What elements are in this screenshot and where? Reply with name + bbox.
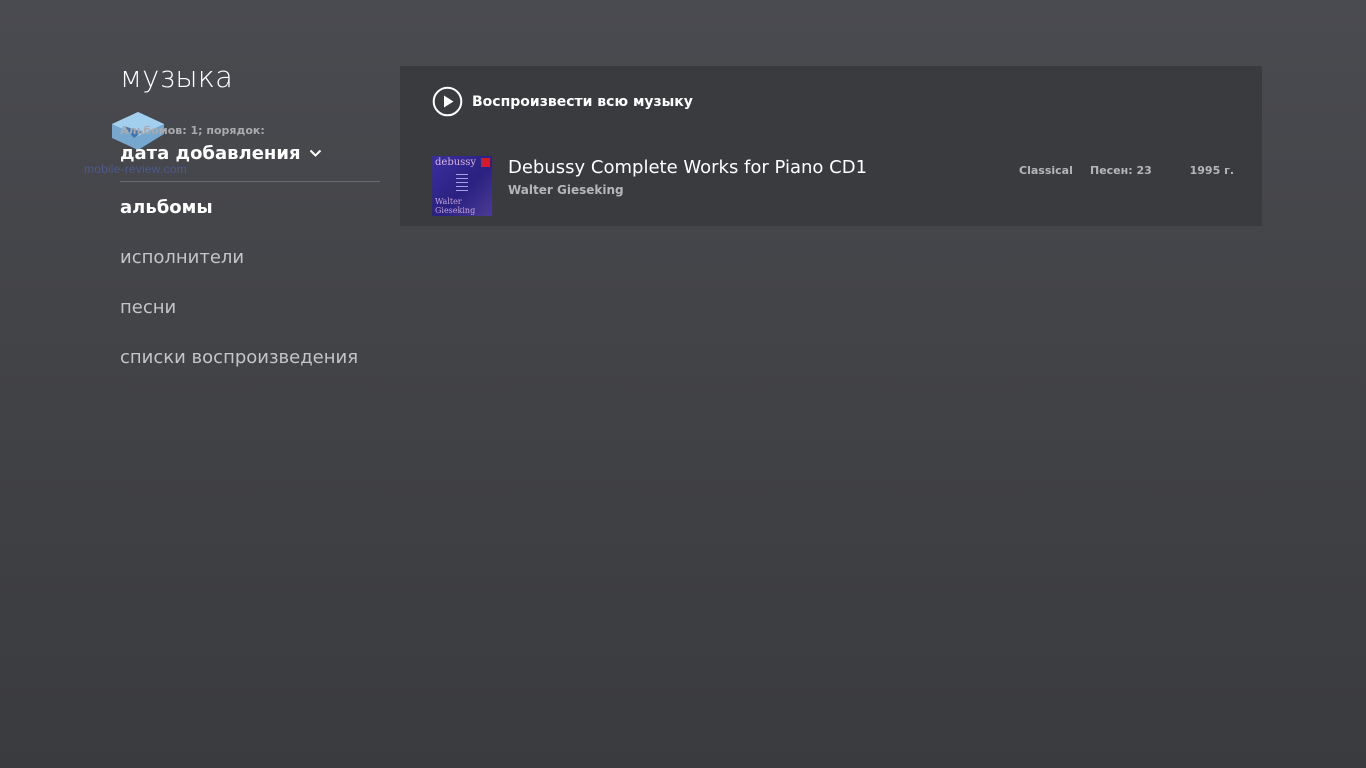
sidebar-divider (120, 181, 380, 182)
cover-tracklist-decoration (456, 174, 468, 194)
nav-item-albums[interactable]: альбомы (120, 196, 358, 246)
album-artist: Walter Gieseking (508, 183, 624, 197)
watermark-text: mobile-review.com (84, 162, 187, 176)
sort-order-value: дата добавления (120, 143, 301, 164)
album-title: Debussy Complete Works for Piano CD1 (508, 157, 868, 178)
chevron-down-icon (309, 149, 321, 157)
page-title: музыка (120, 60, 234, 94)
emi-badge (481, 158, 490, 167)
play-circle-icon (432, 86, 463, 117)
sort-caption: Альбомов: 1; порядок: (120, 124, 265, 137)
cover-artist: Walter Gieseking (435, 197, 476, 215)
nav-item-songs[interactable]: песни (120, 296, 358, 346)
album-cover: debussy Walter Gieseking (432, 156, 492, 216)
album-year: 1995 г. (1189, 164, 1234, 177)
sidebar-nav: альбомы исполнители песни списки воспрои… (120, 196, 358, 396)
nav-item-playlists[interactable]: списки воспроизведения (120, 346, 358, 396)
album-row[interactable]: debussy Walter Gieseking Debussy Complet… (432, 156, 1234, 216)
album-genre: Classical (1019, 164, 1073, 177)
album-song-count: Песен: 23 (1090, 164, 1152, 177)
play-all-button[interactable]: Воспроизвести всю музыку (432, 86, 693, 117)
play-all-label: Воспроизвести всю музыку (472, 93, 693, 110)
cover-title: debussy (435, 157, 477, 168)
sort-order-dropdown[interactable]: дата добавления (120, 143, 322, 164)
albums-panel: Воспроизвести всю музыку debussy Walter … (400, 66, 1262, 226)
nav-item-artists[interactable]: исполнители (120, 246, 358, 296)
